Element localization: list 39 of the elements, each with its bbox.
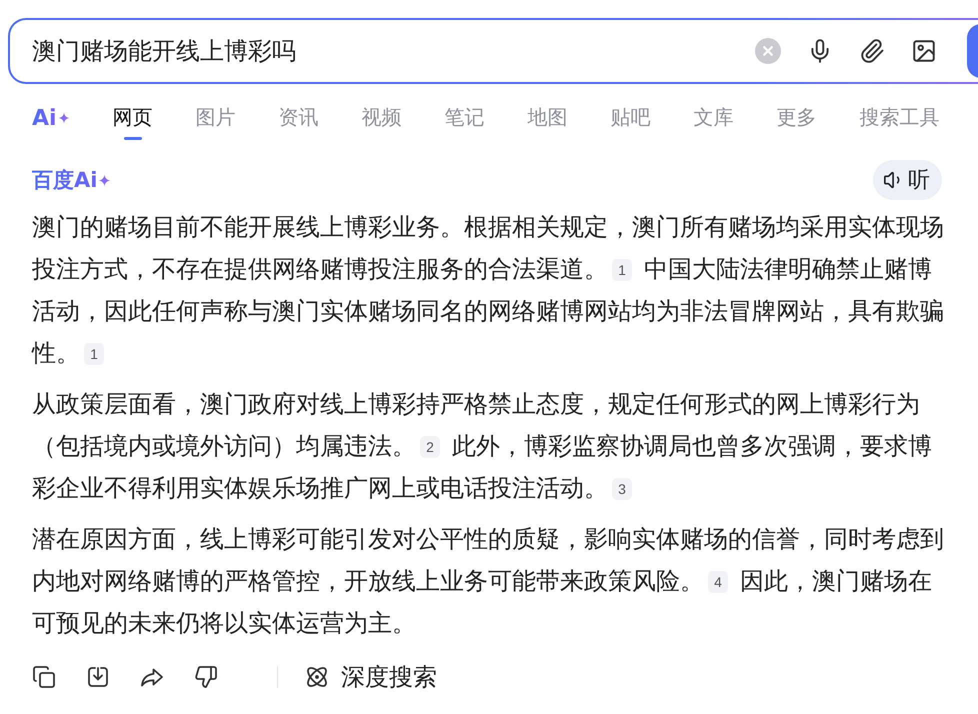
answer-text: 中国大陆法律明确禁止赌博 (644, 255, 932, 285)
image-icon[interactable] (911, 38, 937, 64)
answer-text: 潜在原因方面，线上博彩可能引发对公平性的质疑，影响实体赌场的信誉，同时考虑到 (32, 525, 944, 555)
deep-search-button[interactable]: 深度搜索 (305, 661, 437, 693)
answer-text: 内地对网络赌博的严格管控，开放线上业务可能带来政策风险。 (32, 567, 704, 597)
tab[interactable]: 贴吧 (610, 104, 651, 140)
listen-button[interactable]: 听 (873, 160, 942, 200)
tab[interactable]: 搜索工具 (860, 104, 940, 140)
answer-text: （包括境内或境外访问）均属违法。 (32, 432, 416, 462)
copy-icon[interactable] (32, 665, 56, 689)
answer-text: 投注方式，不存在提供网络赌博投注服务的合法渠道。 (32, 255, 608, 285)
answer-text: 可预见的未来仍将以实体运营为主。 (32, 609, 416, 639)
thumbs-down-icon[interactable] (194, 665, 218, 689)
tab[interactable]: 文库 (694, 104, 734, 140)
paperclip-icon[interactable] (859, 38, 885, 64)
tab[interactable]: 图片 (196, 104, 236, 140)
answer-text: 性。 (32, 339, 80, 369)
sparkle-icon (98, 174, 112, 186)
tab[interactable]: 网页 (112, 104, 153, 140)
tab[interactable]: 地图 (528, 104, 568, 140)
citation-link[interactable]: 2 (420, 436, 440, 458)
tab[interactable]: 更多 (776, 104, 817, 140)
sparkle-icon (58, 112, 70, 124)
atom-icon (305, 665, 329, 689)
citation-link[interactable]: 4 (708, 571, 728, 593)
answer-text: 活动，因此任何声称与澳门实体赌场同名的网络赌博网站均为非法冒牌网站，具有欺骗 (32, 297, 944, 327)
tab[interactable]: 笔记 (444, 104, 485, 140)
answer-text: 彩企业不得利用实体娱乐场推广网上或电话投注活动。 (32, 474, 608, 504)
answer-text: 因此，澳门赌场在 (740, 567, 932, 597)
citation-link[interactable]: 1 (84, 343, 104, 365)
tab[interactable]: 视频 (362, 104, 402, 140)
answer-text: 从政策层面看，澳门政府对线上博彩持严格禁止态度，规定任何形式的网上博彩行为 (32, 390, 920, 420)
citation-link[interactable]: 3 (612, 478, 632, 500)
search-input[interactable]: 澳门赌场能开线上博彩吗 (32, 37, 735, 65)
answer-text: 澳门的赌场目前不能开展线上博彩业务。根据相关规定，澳门所有赌场均采用实体现场 (32, 213, 944, 243)
citation-link[interactable]: 1 (612, 259, 632, 281)
answer-text: 此外，博彩监察协调局也曾多次强调，要求博 (452, 432, 932, 462)
tab[interactable]: 资讯 (278, 104, 319, 140)
download-icon[interactable] (86, 665, 110, 689)
